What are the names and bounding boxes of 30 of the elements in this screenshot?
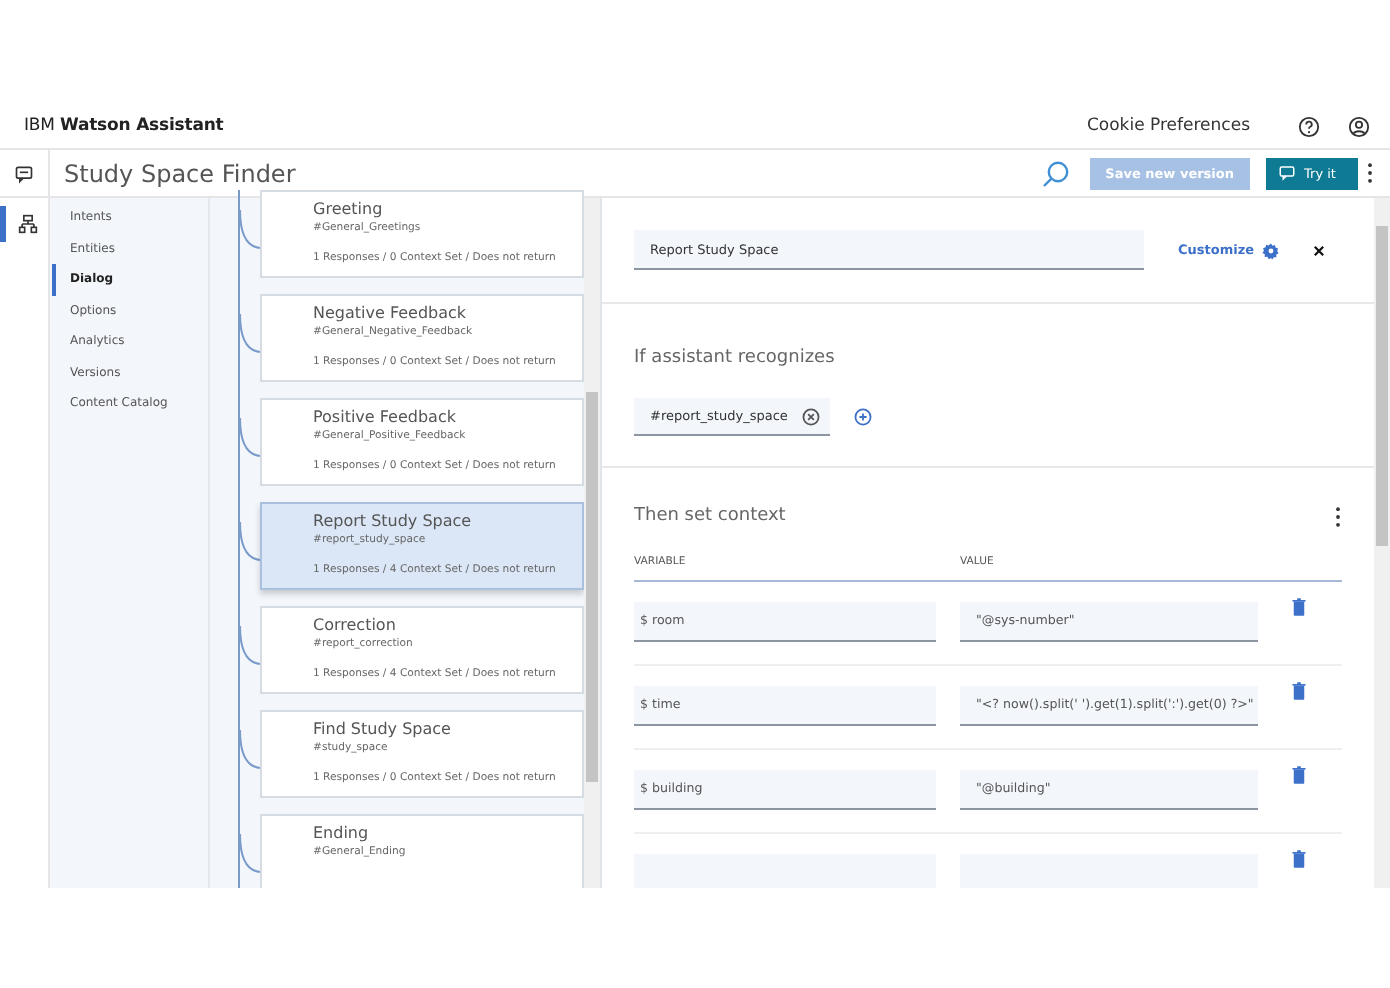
remove-icon[interactable] bbox=[802, 407, 820, 425]
workspace-title: Study Space Finder bbox=[64, 159, 296, 187]
trash-icon[interactable] bbox=[1292, 682, 1306, 700]
node-title: Find Study Space bbox=[313, 720, 453, 738]
close-icon[interactable] bbox=[1312, 243, 1327, 257]
help-icon[interactable] bbox=[1298, 115, 1320, 137]
node-title: Negative Feedback bbox=[313, 304, 469, 322]
trash-icon[interactable] bbox=[1292, 850, 1306, 868]
section-heading: Then set context bbox=[634, 506, 786, 526]
chat-icon[interactable] bbox=[14, 163, 34, 183]
cookie-preferences-link[interactable]: Cookie Preferences bbox=[1086, 116, 1250, 136]
overflow-menu-icon[interactable] bbox=[1334, 505, 1342, 527]
chat-icon bbox=[1278, 164, 1296, 182]
node-title: Ending bbox=[313, 824, 371, 842]
scrollbar[interactable] bbox=[584, 198, 600, 888]
section-heading: If assistant recognizes bbox=[634, 348, 835, 368]
user-icon[interactable] bbox=[1348, 115, 1370, 137]
trash-icon[interactable] bbox=[1292, 766, 1306, 784]
add-icon[interactable] bbox=[854, 408, 872, 426]
brand-title: IBM Watson Assistant bbox=[24, 116, 224, 136]
node-title: Positive Feedback bbox=[313, 408, 458, 426]
search-icon[interactable] bbox=[1041, 159, 1070, 187]
gear-icon bbox=[1262, 241, 1281, 259]
dialog-tree-icon bbox=[17, 214, 37, 234]
scrollbar[interactable] bbox=[1374, 198, 1390, 888]
trash-icon[interactable] bbox=[1292, 598, 1306, 616]
node-title: Report Study Space bbox=[313, 512, 474, 530]
overflow-menu-icon[interactable] bbox=[1366, 162, 1374, 184]
node-title: Correction bbox=[313, 616, 398, 634]
node-title: Greeting bbox=[313, 200, 385, 218]
